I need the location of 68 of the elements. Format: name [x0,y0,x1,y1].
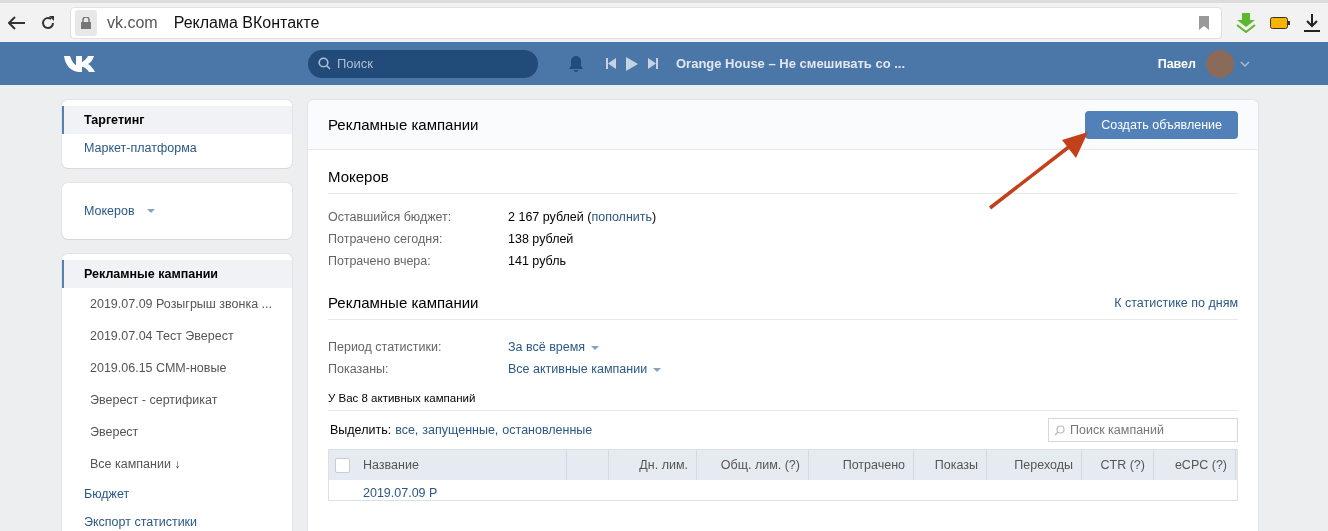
search-icon [1054,425,1065,436]
sidebar-item[interactable]: Экспорт статистики [62,508,292,531]
create-ad-button[interactable]: Создать объявление [1085,110,1238,139]
page-title: Реклама ВКонтакте [173,13,321,32]
stat-value: 141 рубль [508,254,566,268]
sidebar-item[interactable]: Рекламные кампании [62,260,292,288]
address-bar[interactable]: vk.com Реклама ВКонтакте [70,6,1222,39]
column-header[interactable]: Название [355,450,567,480]
column-header[interactable]: Потрачено [809,450,914,480]
previous-track-icon[interactable] [606,58,616,69]
campaign-link[interactable]: 2019.07.04 Тест Эверест [62,320,292,352]
stat-value: 2 167 рублей ( [508,210,592,224]
battery-icon [1270,16,1290,29]
campaign-link[interactable]: 2019.07.09 Розыгрыш звонка ... [62,288,292,320]
panel-title: Рекламные кампании [328,116,479,133]
sidebar-item[interactable]: Мокеров [62,189,292,233]
stat-value-end: ) [652,210,657,224]
caret-icon [146,209,155,213]
column-header[interactable]: CTR (?) [1082,450,1154,480]
bookmark-icon[interactable] [1199,15,1209,30]
campaign-link[interactable]: Эверест - сертификат [62,384,292,416]
download-arrow-icon[interactable] [1236,12,1256,33]
stat-label: Оставшийся бюджет: [328,210,453,224]
campaign-count: У Вас 8 активных кампаний [328,384,1238,411]
play-icon[interactable] [626,56,638,71]
stat-label: Потрачено сегодня: [328,232,444,246]
search-field[interactable]: Поиск [308,49,538,78]
user-name[interactable]: Павел [1157,56,1196,71]
filter-dropdown[interactable]: За всё время [508,340,600,354]
sidebar-item[interactable]: Маркет-платформа [62,134,292,162]
campaign-link[interactable]: Все кампании ↓ [62,448,292,480]
download-icon[interactable] [1304,13,1320,32]
vk-logo[interactable] [62,53,96,74]
column-header[interactable]: Показы [914,450,987,480]
lock-icon [75,9,97,36]
campaign-link[interactable]: 2019.06.15 СММ-новые [62,352,292,384]
campaign-search-field[interactable]: Поиск кампаний [1048,418,1238,442]
chevron-down-icon[interactable] [1240,60,1250,67]
filter-label: Период статистики: [328,340,443,354]
search-placeholder: Поиск [337,56,374,71]
top-up-link[interactable]: пополнить [591,210,652,224]
filter-label: Показаны: [328,362,390,376]
campaign-name-link[interactable]: 2019.07.09 Р [363,480,438,500]
stat-value: 138 рублей [508,232,574,246]
back-icon[interactable] [8,15,26,30]
column-header[interactable]: Дн. лим. [609,450,697,480]
notifications-bell-icon[interactable] [568,54,584,73]
select-option-link[interactable]: все, [395,423,419,437]
daily-stats-link[interactable]: К статистике по дням [1114,295,1238,310]
track-title[interactable]: Orange House – Не смешивать со ... [676,56,906,71]
select-option-link[interactable]: остановленные [502,423,593,437]
column-header[interactable]: eCPC (?) [1154,450,1236,480]
select-label: Выделить: [330,423,392,437]
next-track-icon[interactable] [648,58,658,69]
sidebar-item[interactable]: Таргетинг [62,106,292,134]
column-header[interactable]: Общ. лим. (?) [697,450,809,480]
reload-icon[interactable] [40,14,56,31]
section-title: Рекламные кампании [328,294,479,311]
select-option-link[interactable]: запущенные, [422,423,499,437]
account-name: Мокеров [328,168,389,185]
campaign-link[interactable]: Эверест [62,416,292,448]
stat-label: Потрачено вчера: [328,254,432,268]
url-domain: vk.com [107,13,158,32]
search-icon [318,57,331,70]
column-header[interactable]: Переходы [987,450,1082,480]
sidebar-item[interactable]: Бюджет [62,480,292,508]
filter-dropdown[interactable]: Все активные кампании [508,362,662,376]
select-all-checkbox[interactable] [334,457,350,473]
